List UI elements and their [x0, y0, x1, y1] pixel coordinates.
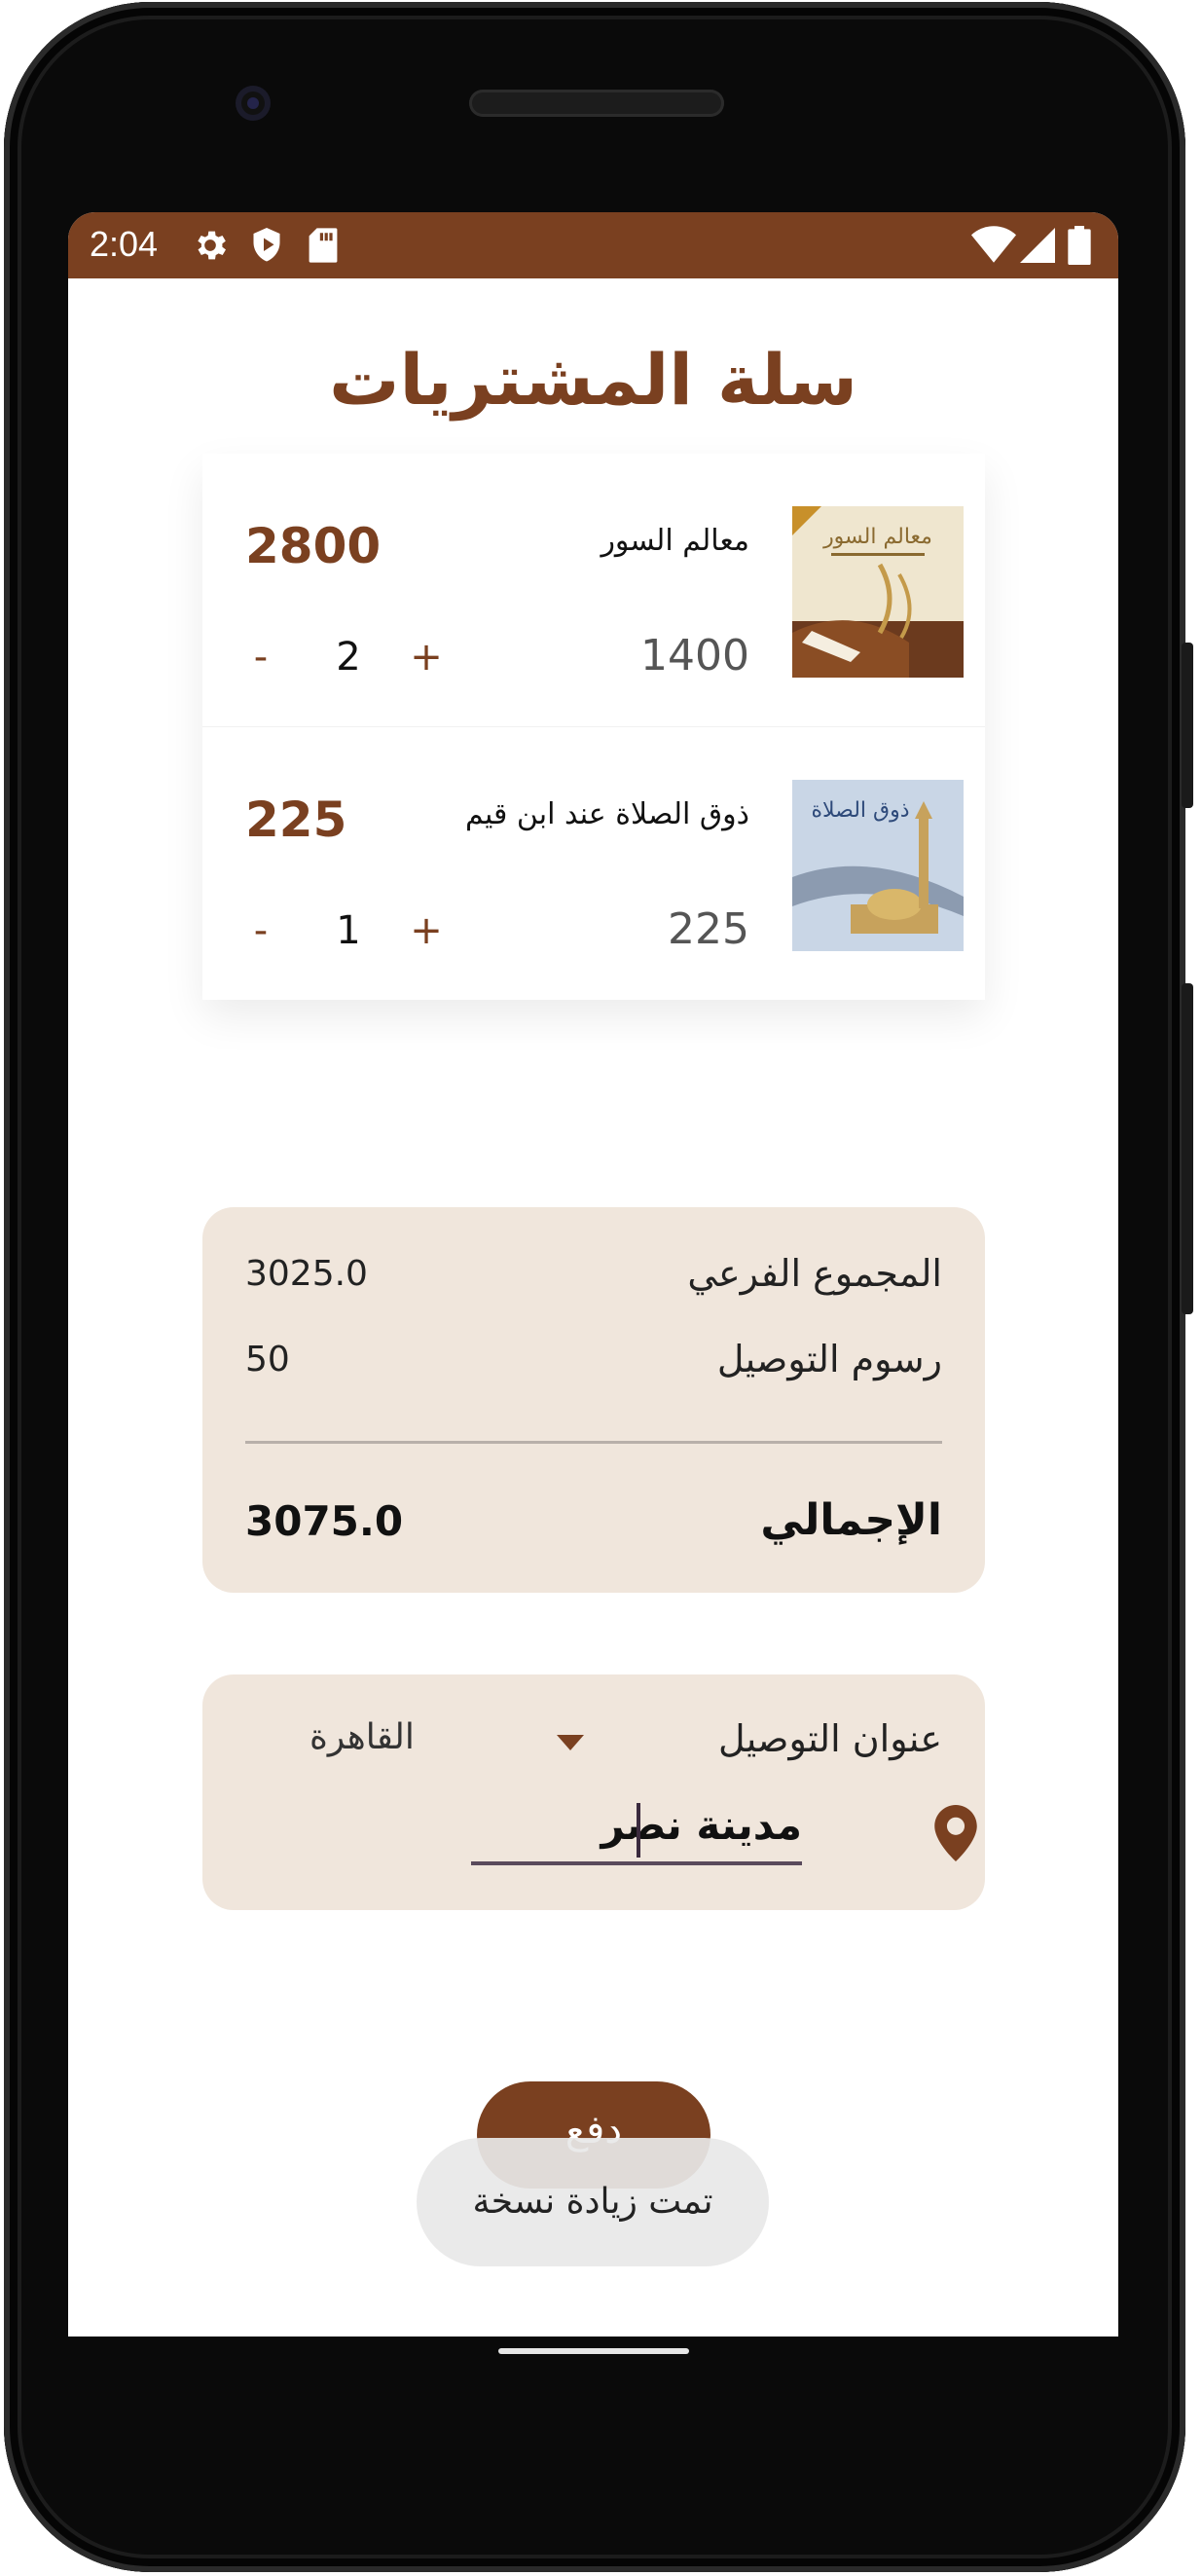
city-dropdown[interactable]: القاهرة: [310, 1717, 584, 1766]
dropdown-arrow-icon: [557, 1735, 584, 1750]
street-address-value: مدينة نصر: [601, 1801, 802, 1849]
text-cursor: [637, 1803, 640, 1858]
item-quantity: 1: [336, 908, 361, 953]
subtotal-label: المجموع الفرعي: [687, 1252, 942, 1295]
cart-item: معالم السور معالم السور 1400 2800 - 2 +: [202, 454, 985, 726]
battery-icon: [1067, 226, 1092, 274]
item-line-total: 225: [245, 791, 347, 848]
item-unit-price: 225: [668, 904, 749, 954]
increase-quantity-button[interactable]: +: [407, 635, 446, 680]
shield-icon: [249, 226, 284, 274]
cart-list: معالم السور معالم السور 1400 2800 - 2 +: [202, 454, 985, 1000]
cart-item: ذوق الصلاة ذوق الصلاة عند ابن قيم 225 22…: [202, 726, 985, 1000]
item-quantity: 2: [336, 635, 361, 680]
total-label: الإجمالي: [760, 1495, 942, 1545]
subtotal-value: 3025.0: [245, 1254, 368, 1294]
item-title: معالم السور: [601, 524, 749, 558]
signal-icon: [1020, 226, 1055, 274]
location-pin-icon: [934, 1805, 977, 1865]
earpiece-speaker: [469, 90, 724, 117]
book-cover-title: ذوق الصلاة: [811, 798, 909, 823]
shipping-value: 50: [245, 1340, 290, 1380]
page-title: سلة المشتريات: [329, 339, 857, 421]
app-screen: 2:04 سلة المشتريات معالم السور معالم الس…: [68, 212, 1118, 2337]
phone-frame: 2:04 سلة المشتريات معالم السور معالم الس…: [0, 0, 1202, 2576]
item-title: ذوق الصلاة عند ابن قيم: [465, 797, 749, 831]
item-line-total: 2800: [245, 518, 382, 574]
increase-quantity-button[interactable]: +: [407, 908, 446, 953]
volume-button: [1182, 983, 1193, 1314]
sd-card-icon: [308, 226, 339, 274]
quantity-stepper: - 1 +: [241, 908, 455, 957]
book-cover-title: معالم السور: [822, 525, 932, 549]
delivery-address-card: عنوان التوصيل القاهرة مدينة نصر: [202, 1674, 985, 1910]
home-indicator[interactable]: [498, 2348, 689, 2354]
item-unit-price: 1400: [640, 631, 749, 681]
decrease-quantity-button[interactable]: -: [241, 635, 280, 680]
book-cover-image: ذوق الصلاة: [792, 780, 964, 951]
shipping-label: رسوم التوصيل: [716, 1338, 942, 1380]
delivery-address-label: عنوان التوصيل: [717, 1717, 942, 1760]
toast-message: تمت زيادة نسخة: [417, 2138, 769, 2266]
book-cover-image: معالم السور: [792, 506, 964, 678]
summary-divider: [245, 1441, 942, 1444]
wifi-icon: [971, 226, 1016, 274]
total-value: 3075.0: [245, 1497, 404, 1545]
front-camera: [236, 86, 271, 121]
street-address-field[interactable]: مدينة نصر: [471, 1799, 802, 1865]
power-button: [1182, 643, 1193, 808]
decrease-quantity-button[interactable]: -: [241, 908, 280, 953]
status-time: 2:04: [90, 224, 159, 264]
order-summary-card: المجموع الفرعي 3025.0 رسوم التوصيل 50 ال…: [202, 1207, 985, 1593]
quantity-stepper: - 2 +: [241, 635, 455, 683]
status-bar: 2:04: [68, 212, 1118, 278]
gear-icon: [191, 226, 230, 274]
city-selected-value: القاهرة: [310, 1717, 415, 1757]
